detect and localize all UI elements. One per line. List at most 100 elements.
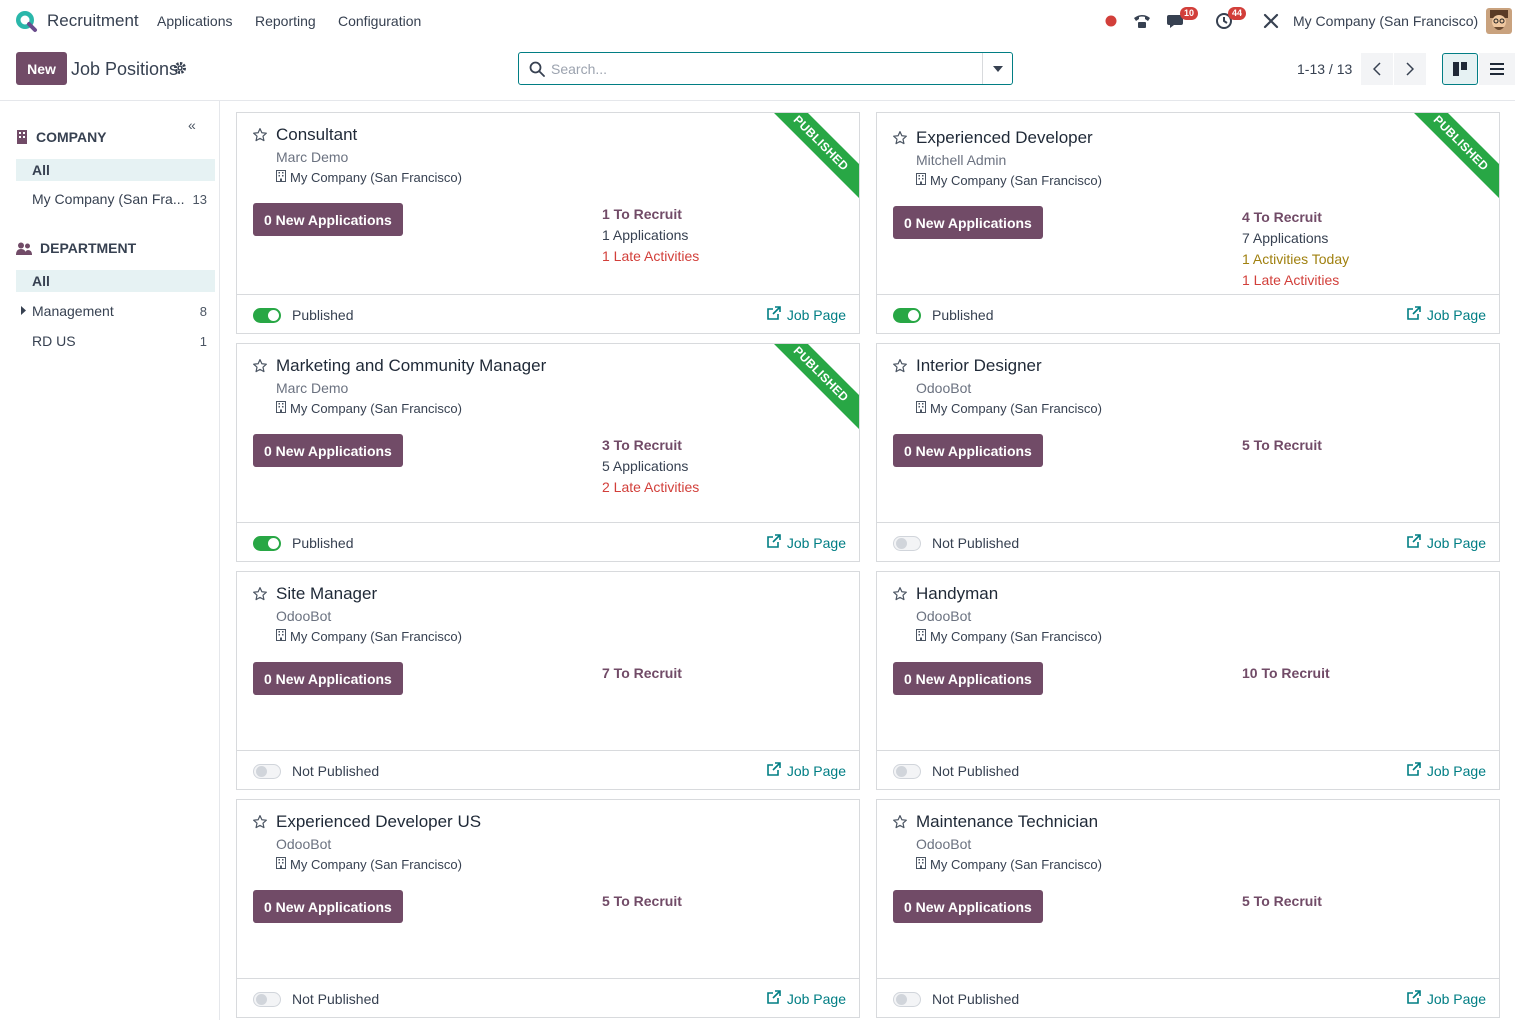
caret-right-icon[interactable] bbox=[21, 306, 26, 315]
new-applications-button[interactable]: 0 New Applications bbox=[893, 662, 1043, 695]
favorite-star-icon[interactable] bbox=[252, 358, 268, 377]
department-filter-rd-us[interactable]: RD US 1 bbox=[16, 330, 215, 352]
job-page-label: Job Page bbox=[1426, 990, 1486, 1007]
publish-toggle[interactable] bbox=[253, 992, 281, 1007]
stat-bold[interactable]: 3 To Recruit bbox=[602, 435, 699, 456]
user-avatar[interactable] bbox=[1486, 8, 1512, 34]
new-button[interactable]: New bbox=[16, 52, 67, 85]
job-page-link[interactable]: Job Page bbox=[1407, 990, 1486, 1007]
menu-reporting[interactable]: Reporting bbox=[255, 13, 316, 29]
stat-today[interactable]: 1 Activities Today bbox=[1242, 249, 1349, 270]
job-page-link[interactable]: Job Page bbox=[767, 306, 846, 323]
list-view-button[interactable] bbox=[1479, 53, 1515, 85]
job-card[interactable]: Consultant Marc Demo My Company (San Fra… bbox=[236, 112, 860, 334]
job-page-link[interactable]: Job Page bbox=[1407, 762, 1486, 779]
new-applications-button[interactable]: 0 New Applications bbox=[893, 434, 1043, 467]
new-applications-button[interactable]: 0 New Applications bbox=[253, 203, 403, 236]
new-applications-button[interactable]: 0 New Applications bbox=[253, 434, 403, 467]
new-applications-button[interactable]: 0 New Applications bbox=[893, 890, 1043, 923]
job-page-link[interactable]: Job Page bbox=[767, 990, 846, 1007]
chat-icon[interactable]: 10 bbox=[1166, 7, 1199, 32]
record-dot-icon[interactable] bbox=[1105, 10, 1117, 32]
job-title[interactable]: Handyman bbox=[916, 584, 998, 604]
publish-toggle[interactable] bbox=[253, 764, 281, 779]
job-page-label: Job Page bbox=[1426, 762, 1486, 779]
job-page-link[interactable]: Job Page bbox=[1407, 306, 1486, 323]
favorite-star-icon[interactable] bbox=[252, 586, 268, 605]
company-section-label: COMPANY bbox=[36, 129, 107, 145]
stat-bold[interactable]: 5 To Recruit bbox=[1242, 891, 1322, 912]
favorite-star-icon[interactable] bbox=[892, 814, 908, 833]
stat-bold[interactable]: 7 To Recruit bbox=[602, 663, 682, 684]
stat-normal[interactable]: 5 Applications bbox=[602, 456, 699, 477]
stat-bold[interactable]: 1 To Recruit bbox=[602, 204, 699, 225]
job-page-link[interactable]: Job Page bbox=[767, 762, 846, 779]
stat-bold[interactable]: 4 To Recruit bbox=[1242, 207, 1349, 228]
job-page-link[interactable]: Job Page bbox=[1407, 534, 1486, 551]
publish-toggle[interactable] bbox=[253, 536, 281, 551]
gear-icon[interactable] bbox=[173, 61, 187, 75]
company-filter-all[interactable]: All bbox=[16, 159, 215, 181]
favorite-star-icon[interactable] bbox=[892, 358, 908, 377]
pager-value[interactable]: 1-13 / 13 bbox=[1297, 61, 1352, 77]
job-title[interactable]: Marketing and Community Manager bbox=[276, 356, 546, 376]
stat-normal[interactable]: 7 Applications bbox=[1242, 228, 1349, 249]
recruitment-logo-icon[interactable] bbox=[14, 9, 38, 33]
job-card[interactable]: Experienced Developer Mitchell Admin My … bbox=[876, 112, 1500, 334]
job-company: My Company (San Francisco) bbox=[916, 401, 1102, 416]
job-card[interactable]: Site Manager OdooBot My Company (San Fra… bbox=[236, 571, 860, 790]
kanban-view-button[interactable] bbox=[1442, 53, 1478, 85]
debug-tools-icon[interactable] bbox=[1262, 10, 1280, 32]
stat-bold[interactable]: 5 To Recruit bbox=[1242, 435, 1322, 456]
pager-next[interactable] bbox=[1394, 53, 1426, 85]
chat-badge: 10 bbox=[1180, 7, 1199, 20]
collapse-panel-icon[interactable]: « bbox=[188, 117, 196, 133]
department-filter-all[interactable]: All bbox=[16, 270, 215, 292]
publish-toggle[interactable] bbox=[893, 764, 921, 779]
job-title[interactable]: Experienced Developer bbox=[916, 128, 1093, 148]
publish-toggle[interactable] bbox=[893, 536, 921, 551]
new-applications-button[interactable]: 0 New Applications bbox=[253, 890, 403, 923]
stat-late[interactable]: 1 Late Activities bbox=[1242, 270, 1349, 291]
company-switcher[interactable]: My Company (San Francisco) bbox=[1293, 13, 1478, 29]
menu-configuration[interactable]: Configuration bbox=[338, 13, 421, 29]
job-title[interactable]: Site Manager bbox=[276, 584, 377, 604]
menu-applications[interactable]: Applications bbox=[157, 13, 233, 29]
job-card[interactable]: Maintenance Technician OdooBot My Compan… bbox=[876, 799, 1500, 1018]
search-input[interactable] bbox=[551, 59, 971, 79]
publish-toggle[interactable] bbox=[893, 308, 921, 323]
job-stats: 5 To Recruit bbox=[1242, 891, 1322, 912]
stat-bold[interactable]: 5 To Recruit bbox=[602, 891, 682, 912]
department-filter-management[interactable]: Management 8 bbox=[16, 300, 215, 322]
company-filter-my-company[interactable]: My Company (San Fra... 13 bbox=[16, 188, 215, 210]
job-page-link[interactable]: Job Page bbox=[767, 534, 846, 551]
new-applications-button[interactable]: 0 New Applications bbox=[893, 206, 1043, 239]
search-options-toggle[interactable] bbox=[982, 53, 1012, 84]
favorite-star-icon[interactable] bbox=[892, 586, 908, 605]
job-title[interactable]: Maintenance Technician bbox=[916, 812, 1098, 832]
job-title[interactable]: Interior Designer bbox=[916, 356, 1042, 376]
app-name[interactable]: Recruitment bbox=[47, 11, 139, 31]
search-bar[interactable] bbox=[518, 52, 1013, 85]
stat-late[interactable]: 1 Late Activities bbox=[602, 246, 699, 267]
activity-clock-icon[interactable]: 44 bbox=[1214, 7, 1247, 32]
job-card[interactable]: Handyman OdooBot My Company (San Francis… bbox=[876, 571, 1500, 790]
publish-toggle[interactable] bbox=[253, 308, 281, 323]
building-icon bbox=[17, 130, 27, 144]
job-title[interactable]: Experienced Developer US bbox=[276, 812, 481, 832]
job-card[interactable]: Marketing and Community Manager Marc Dem… bbox=[236, 343, 860, 562]
stat-bold[interactable]: 10 To Recruit bbox=[1242, 663, 1330, 684]
phone-icon[interactable] bbox=[1131, 10, 1153, 32]
favorite-star-icon[interactable] bbox=[252, 814, 268, 833]
new-applications-button[interactable]: 0 New Applications bbox=[253, 662, 403, 695]
stat-late[interactable]: 2 Late Activities bbox=[602, 477, 699, 498]
job-title[interactable]: Consultant bbox=[276, 125, 357, 145]
favorite-star-icon[interactable] bbox=[252, 127, 268, 146]
company-name: My Company (San Francisco) bbox=[290, 629, 462, 644]
pager-previous[interactable] bbox=[1361, 53, 1393, 85]
stat-normal[interactable]: 1 Applications bbox=[602, 225, 699, 246]
publish-toggle[interactable] bbox=[893, 992, 921, 1007]
favorite-star-icon[interactable] bbox=[892, 130, 908, 149]
job-card[interactable]: Experienced Developer US OdooBot My Comp… bbox=[236, 799, 860, 1018]
job-card[interactable]: Interior Designer OdooBot My Company (Sa… bbox=[876, 343, 1500, 562]
